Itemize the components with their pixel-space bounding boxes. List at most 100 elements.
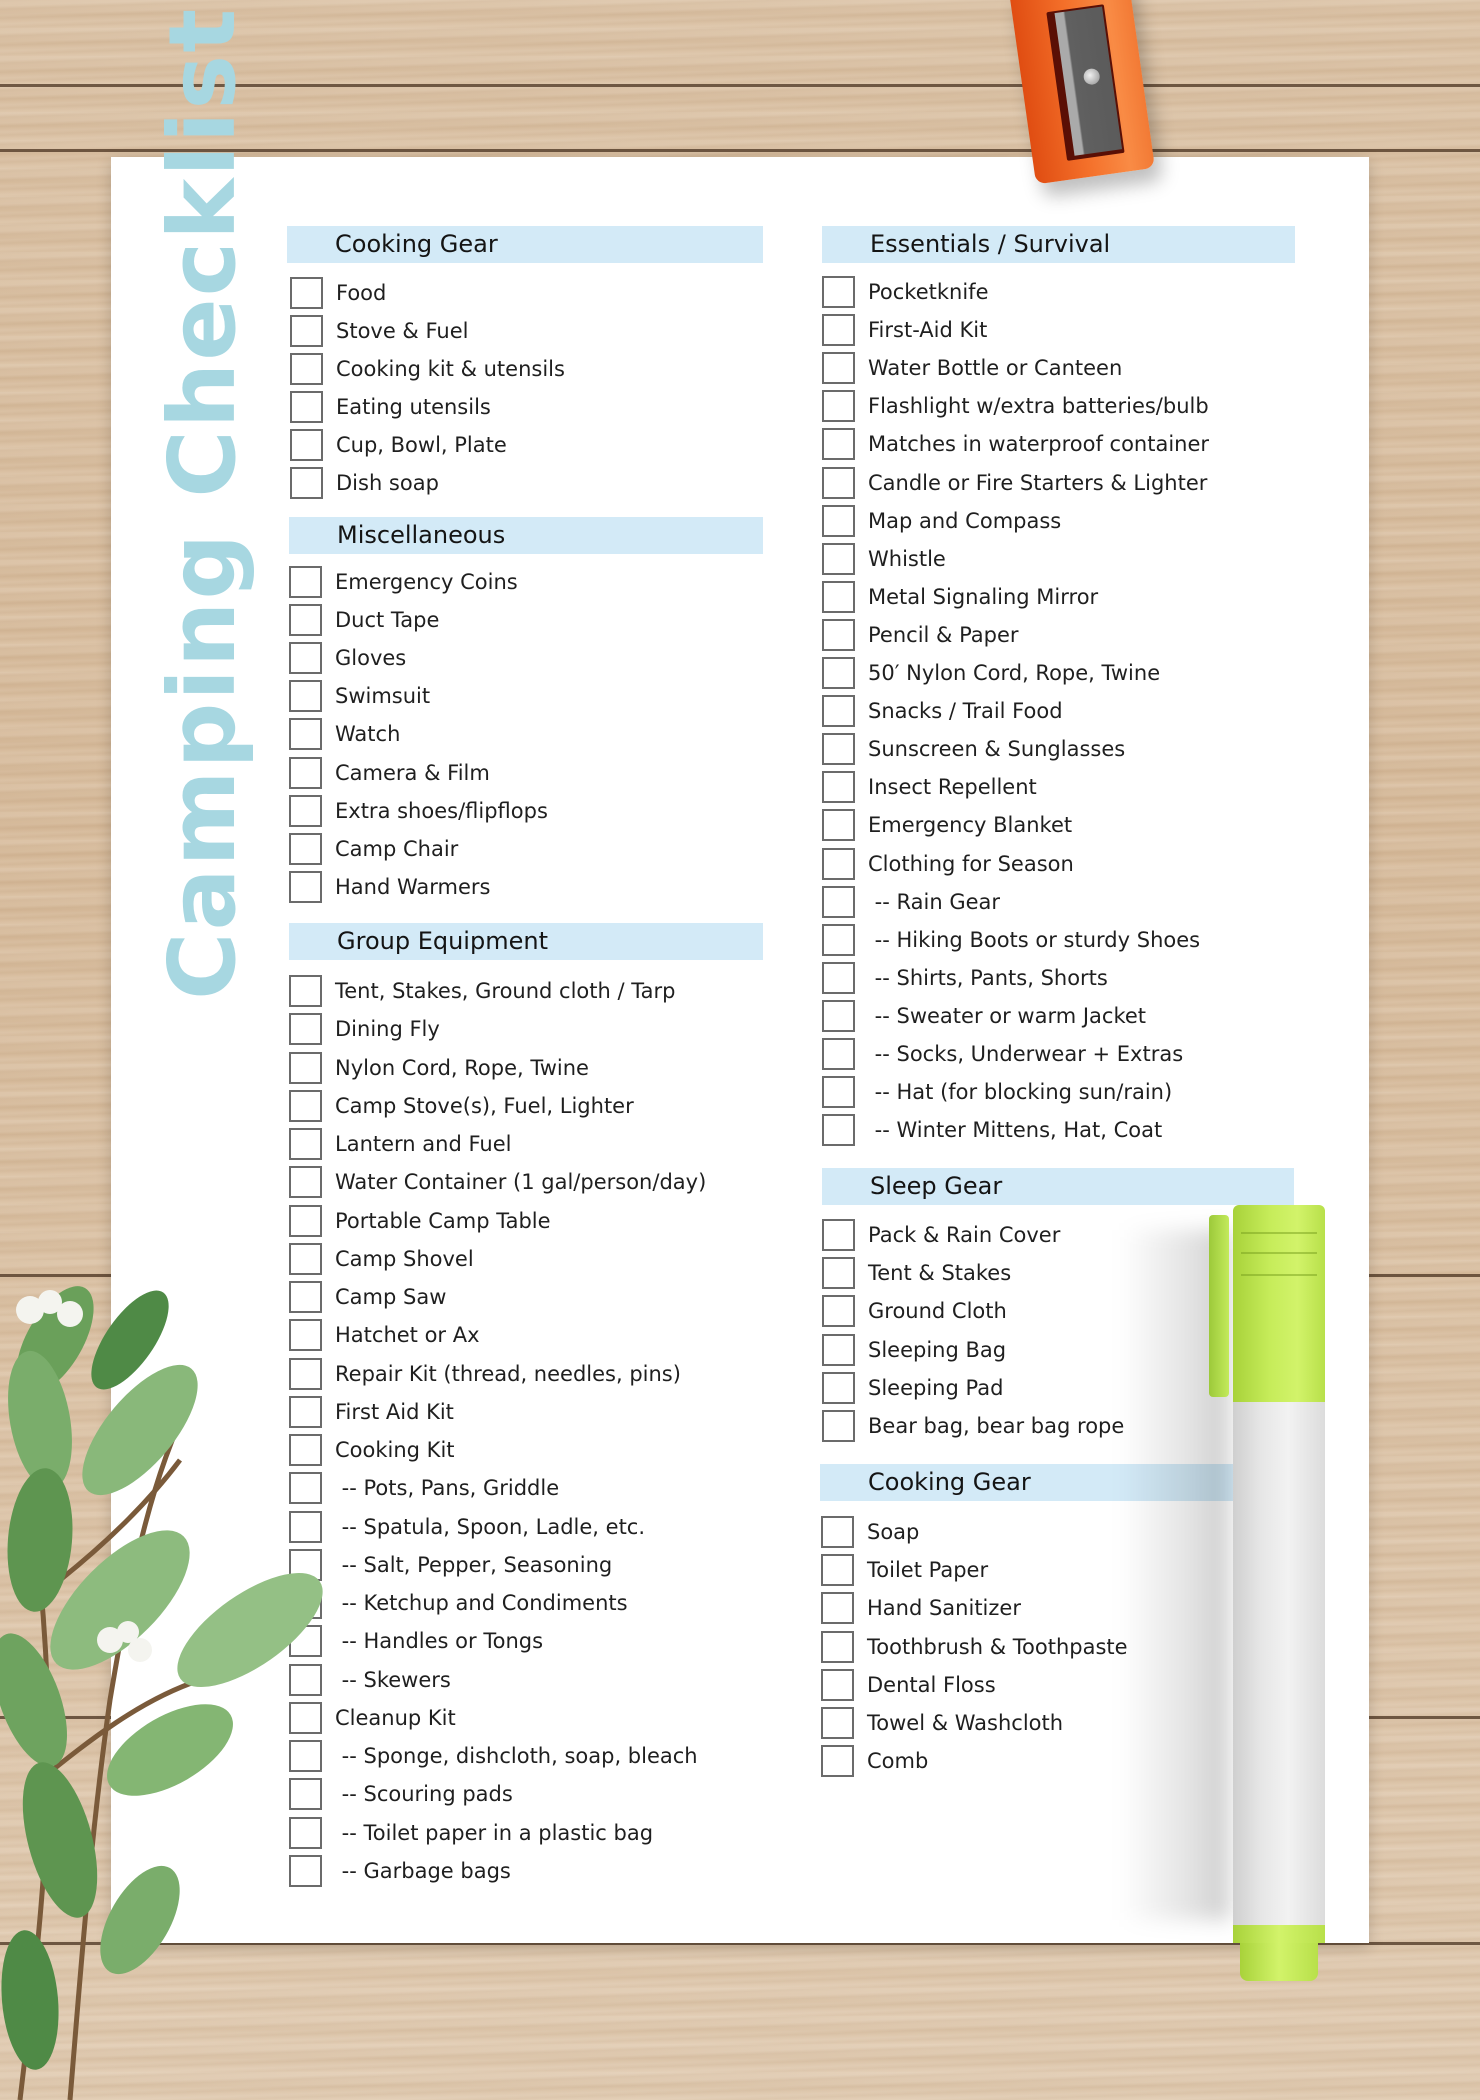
checklist-item[interactable]: Metal Signaling Mirror [822,578,1098,616]
checklist-item[interactable]: Stove & Fuel [290,312,468,350]
checkbox[interactable] [289,604,322,636]
checkbox[interactable] [290,277,323,309]
checklist-item[interactable]: Duct Tape [289,601,439,639]
checkbox[interactable] [821,1707,854,1739]
checklist-item[interactable]: Hatchet or Ax [289,1316,480,1354]
checklist-item[interactable]: Eating utensils [290,388,491,426]
checkbox[interactable] [290,429,323,461]
checkbox[interactable] [289,680,322,712]
checklist-item[interactable]: -- Winter Mittens, Hat, Coat [822,1111,1162,1149]
checkbox[interactable] [289,1205,322,1237]
checklist-item[interactable]: Cup, Bowl, Plate [290,426,507,464]
checkbox[interactable] [822,1410,855,1442]
checkbox[interactable] [289,795,322,827]
checklist-item[interactable]: -- Shirts, Pants, Shorts [822,959,1108,997]
checkbox[interactable] [289,1243,322,1275]
checklist-item[interactable]: Whistle [822,540,946,578]
checkbox[interactable] [289,1166,322,1198]
checklist-item[interactable]: Emergency Coins [289,563,518,601]
checklist-item[interactable]: Toothbrush & Toothpaste [821,1628,1128,1666]
checkbox[interactable] [289,975,322,1007]
checkbox[interactable] [821,1554,854,1586]
checkbox[interactable] [290,391,323,423]
checklist-item[interactable]: Pencil & Paper [822,616,1019,654]
checklist-item[interactable]: -- Handles or Tongs [289,1622,543,1660]
checklist-item[interactable]: -- Garbage bags [289,1852,511,1890]
checkbox[interactable] [289,1855,322,1887]
checklist-item[interactable]: Water Container (1 gal/person/day) [289,1163,706,1201]
checkbox[interactable] [289,566,322,598]
checklist-item[interactable]: Map and Compass [822,502,1061,540]
checkbox[interactable] [822,924,855,956]
checkbox[interactable] [289,1587,322,1619]
checkbox[interactable] [821,1745,854,1777]
checkbox[interactable] [822,1114,855,1146]
checklist-item[interactable]: Camp Shovel [289,1240,474,1278]
checklist-item[interactable]: Cleanup Kit [289,1699,456,1737]
checkbox[interactable] [289,1128,322,1160]
checklist-item[interactable]: Emergency Blanket [822,806,1072,844]
checklist-item[interactable]: Candle or Fire Starters & Lighter [822,464,1207,502]
checklist-item[interactable]: Watch [289,715,400,753]
checkbox[interactable] [289,1778,322,1810]
checklist-item[interactable]: Lantern and Fuel [289,1125,511,1163]
checkbox[interactable] [821,1669,854,1701]
checklist-item[interactable]: Repair Kit (thread, needles, pins) [289,1355,681,1393]
checkbox[interactable] [822,1334,855,1366]
checklist-item[interactable]: -- Spatula, Spoon, Ladle, etc. [289,1508,645,1546]
checkbox[interactable] [822,1372,855,1404]
checklist-item[interactable]: Ground Cloth [822,1292,1007,1330]
checklist-item[interactable]: -- Scouring pads [289,1775,513,1813]
checklist-item[interactable]: Swimsuit [289,677,430,715]
checklist-item[interactable]: Toilet Paper [821,1551,988,1589]
checkbox[interactable] [822,505,855,537]
checklist-item[interactable]: Clothing for Season [822,845,1074,883]
checkbox[interactable] [822,809,855,841]
checkbox[interactable] [289,1472,322,1504]
checklist-item[interactable]: Dental Floss [821,1666,996,1704]
checklist-item[interactable]: Hand Sanitizer [821,1589,1021,1627]
checkbox[interactable] [821,1631,854,1663]
checkbox[interactable] [822,886,855,918]
checklist-item[interactable]: Bear bag, bear bag rope [822,1407,1124,1445]
checkbox[interactable] [289,718,322,750]
checkbox[interactable] [822,962,855,994]
checkbox[interactable] [289,1396,322,1428]
checklist-item[interactable]: Sunscreen & Sunglasses [822,730,1125,768]
checklist-item[interactable]: -- Skewers [289,1661,451,1699]
checkbox[interactable] [289,833,322,865]
checklist-item[interactable]: Cooking Kit [289,1431,455,1469]
checkbox[interactable] [289,1319,322,1351]
checkbox[interactable] [822,428,855,460]
checklist-item[interactable]: -- Hat (for blocking sun/rain) [822,1073,1172,1111]
checkbox[interactable] [822,1257,855,1289]
checklist-item[interactable]: Water Bottle or Canteen [822,349,1122,387]
checkbox[interactable] [822,390,855,422]
checkbox[interactable] [289,1090,322,1122]
checkbox[interactable] [822,581,855,613]
checklist-item[interactable]: Camp Chair [289,830,458,868]
checklist-item[interactable]: -- Ketchup and Condiments [289,1584,628,1622]
checklist-item[interactable]: Camp Saw [289,1278,446,1316]
checklist-item[interactable]: Sleeping Bag [822,1331,1006,1369]
checklist-item[interactable]: Insect Repellent [822,768,1037,806]
checkbox[interactable] [289,1358,322,1390]
checkbox[interactable] [290,315,323,347]
checklist-item[interactable]: Tent & Stakes [822,1254,1011,1292]
checkbox[interactable] [289,1702,322,1734]
checklist-item[interactable]: Cooking kit & utensils [290,350,565,388]
checklist-item[interactable]: Nylon Cord, Rope, Twine [289,1049,589,1087]
checkbox[interactable] [821,1516,854,1548]
checklist-item[interactable]: -- Toilet paper in a plastic bag [289,1814,653,1852]
checklist-item[interactable]: Flashlight w/extra batteries/bulb [822,387,1209,425]
checklist-item[interactable]: -- Socks, Underwear + Extras [822,1035,1183,1073]
checkbox[interactable] [289,1664,322,1696]
checkbox[interactable] [822,1000,855,1032]
checkbox[interactable] [289,871,322,903]
checkbox[interactable] [289,757,322,789]
checklist-item[interactable]: Extra shoes/flipflops [289,792,548,830]
checklist-item[interactable]: Sleeping Pad [822,1369,1003,1407]
checkbox[interactable] [822,1076,855,1108]
checklist-item[interactable]: 50′ Nylon Cord, Rope, Twine [822,654,1160,692]
checklist-item[interactable]: Camp Stove(s), Fuel, Lighter [289,1087,634,1125]
